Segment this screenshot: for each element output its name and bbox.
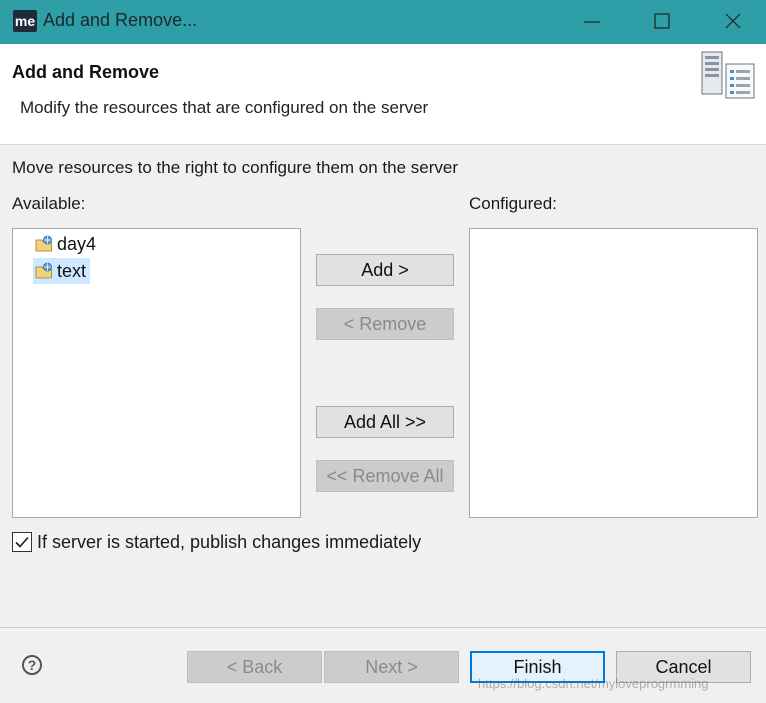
- add-button[interactable]: Add >: [316, 254, 454, 286]
- remove-all-button[interactable]: << Remove All: [316, 460, 454, 492]
- title-bar[interactable]: me Add and Remove...: [0, 0, 766, 44]
- configured-list[interactable]: [469, 228, 758, 518]
- available-label: Available:: [12, 194, 86, 213]
- close-icon: [725, 13, 741, 29]
- next-button[interactable]: Next >: [324, 651, 459, 683]
- available-list[interactable]: day4 text: [12, 228, 301, 518]
- list-item[interactable]: text: [33, 258, 91, 284]
- minimize-button[interactable]: [566, 0, 626, 44]
- window-title: Add and Remove...: [43, 10, 198, 30]
- web-project-icon: [35, 235, 52, 252]
- checkmark-icon: [15, 536, 29, 548]
- maximize-icon: [654, 13, 670, 29]
- instruction-text: Move resources to the right to configure…: [12, 158, 459, 177]
- page-description: Modify the resources that are configured…: [20, 98, 429, 117]
- footer-divider: [0, 627, 766, 628]
- list-item-label: text: [57, 260, 87, 281]
- web-project-icon: [35, 262, 52, 279]
- add-all-button[interactable]: Add All >>: [316, 406, 454, 438]
- minimize-icon: [584, 21, 600, 23]
- back-button[interactable]: < Back: [187, 651, 322, 683]
- watermark: https://blog.csdn.net/myloveprogrmming: [478, 676, 709, 691]
- server-banner-icon: [701, 51, 755, 99]
- list-item[interactable]: day4: [33, 231, 100, 257]
- app-logo-icon: me: [13, 10, 37, 32]
- page-title: Add and Remove: [12, 62, 160, 82]
- help-icon[interactable]: ?: [22, 655, 42, 675]
- publish-checkbox[interactable]: [12, 532, 32, 552]
- wizard-header: Add and Remove Modify the resources that…: [0, 44, 766, 145]
- remove-button[interactable]: < Remove: [316, 308, 454, 340]
- configured-label: Configured:: [469, 194, 557, 213]
- publish-checkbox-label[interactable]: If server is started, publish changes im…: [37, 532, 421, 553]
- close-button[interactable]: [704, 0, 764, 44]
- list-item-label: day4: [57, 233, 97, 254]
- maximize-button[interactable]: [634, 0, 694, 44]
